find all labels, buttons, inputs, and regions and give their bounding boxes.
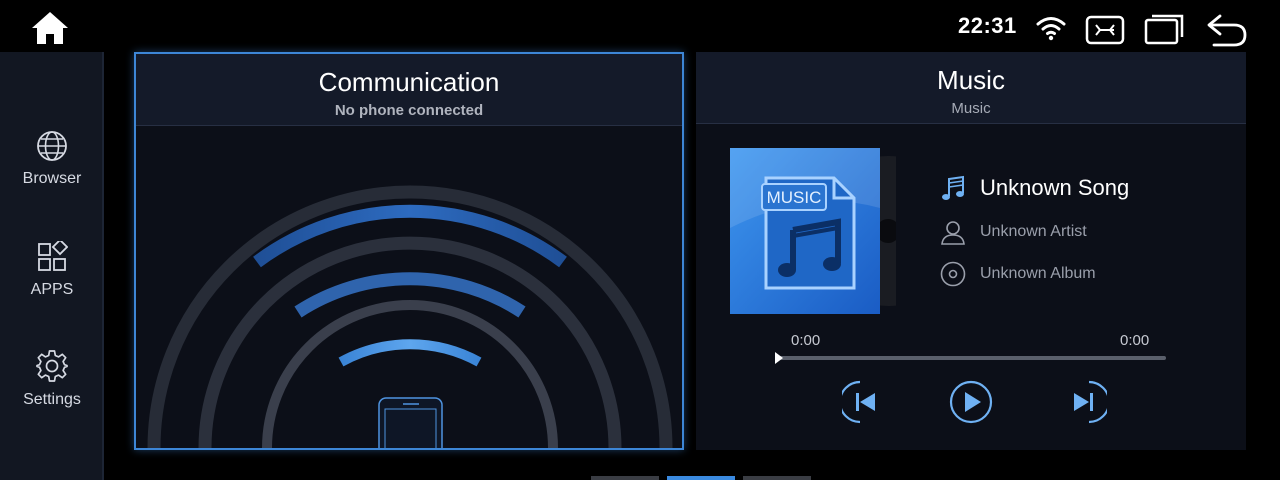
home-icon[interactable] bbox=[30, 10, 70, 46]
album-art[interactable]: MUSIC bbox=[730, 148, 896, 314]
page-indicator-2[interactable] bbox=[667, 476, 735, 480]
song-title: Unknown Song bbox=[980, 175, 1130, 200]
music-card[interactable]: Music Music MUSIC Unknown Song Unknown A… bbox=[696, 52, 1246, 450]
communication-card[interactable]: Communication No phone connected bbox=[134, 52, 684, 450]
back-icon[interactable] bbox=[1206, 13, 1248, 47]
communication-title: Communication bbox=[318, 67, 500, 97]
globe-icon bbox=[37, 131, 67, 161]
music-note-icon bbox=[942, 175, 964, 200]
music-title: Music bbox=[937, 65, 1005, 95]
music-subtitle: Music bbox=[951, 100, 991, 117]
wifi-icon bbox=[1036, 17, 1066, 41]
sidebar-item-settings[interactable]: Settings bbox=[0, 349, 104, 429]
total-time: 0:00 bbox=[1120, 332, 1150, 349]
page-indicator-1[interactable] bbox=[591, 476, 659, 480]
elapsed-time: 0:00 bbox=[791, 332, 821, 349]
progress-bar[interactable] bbox=[775, 352, 1166, 364]
sidebar-item-label: APPS bbox=[30, 281, 74, 298]
page-indicator-3[interactable] bbox=[743, 476, 811, 480]
sidebar-item-label: Browser bbox=[22, 170, 82, 187]
close-box-icon[interactable] bbox=[1085, 15, 1125, 45]
status-bar: 22:31 bbox=[0, 0, 1280, 52]
album-art-label: MUSIC bbox=[767, 188, 822, 207]
sidebar: Browser APPS Settings bbox=[0, 52, 104, 480]
sidebar-item-apps[interactable]: APPS bbox=[0, 241, 104, 321]
sidebar-item-browser[interactable]: Browser bbox=[0, 130, 104, 210]
music-header: Music Music bbox=[696, 52, 1246, 124]
apps-grid-icon bbox=[38, 241, 68, 271]
clock: 22:31 bbox=[958, 13, 1017, 38]
recent-windows-icon[interactable] bbox=[1144, 13, 1184, 45]
disc-icon bbox=[940, 261, 966, 287]
phone-icon bbox=[378, 397, 443, 448]
artist-name: Unknown Artist bbox=[980, 223, 1087, 240]
gear-icon bbox=[36, 350, 68, 382]
album-name: Unknown Album bbox=[980, 265, 1096, 282]
person-icon bbox=[941, 221, 965, 245]
phone-status: No phone connected bbox=[334, 102, 484, 119]
connection-arcs-graphic bbox=[147, 185, 673, 448]
sidebar-item-label: Settings bbox=[23, 391, 81, 408]
communication-header: Communication No phone connected bbox=[136, 54, 682, 126]
previous-track-button[interactable] bbox=[842, 378, 890, 426]
progress-thumb[interactable] bbox=[775, 352, 783, 364]
play-button[interactable] bbox=[947, 378, 995, 426]
next-track-button[interactable] bbox=[1059, 378, 1107, 426]
